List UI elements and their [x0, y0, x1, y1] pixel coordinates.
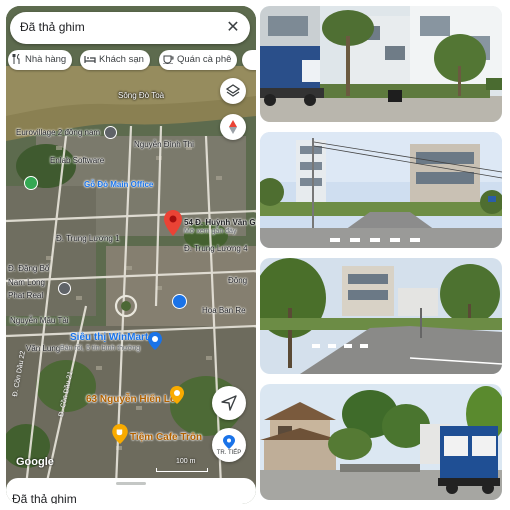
bottom-sheet-title: Đã thả ghim: [12, 492, 77, 504]
map-label-trung-luong-4: Đ. Trung Lương 4: [184, 244, 248, 253]
address-pin-icon[interactable]: [170, 386, 184, 404]
map-label-main-office[interactable]: Gỗ Đỏ Main Office: [84, 180, 153, 189]
pin-title: 54 Đ. Huỳnh Văn Gấm: [184, 218, 256, 227]
directions-button[interactable]: TR. TIẾP: [212, 428, 246, 462]
map-panel[interactable]: Đã thả ghim ✕ Nhà hàng Khách sạn Quán cà…: [6, 6, 256, 504]
search-query: Đã thả ghim: [20, 20, 85, 34]
coffee-icon: [163, 55, 174, 65]
map-label-eurovillage[interactable]: Eurovillage 2 đông nam: [16, 128, 100, 137]
map-label-dang-bo: Đ. Đặng Bổ: [8, 264, 50, 273]
chip-cafes[interactable]: Quán cà phê: [159, 50, 238, 70]
compass-icon: [229, 120, 237, 134]
chip-restaurants[interactable]: Nhà hàng: [8, 50, 73, 70]
layers-icon: [226, 84, 240, 97]
chip-label: Nhà hàng: [25, 54, 67, 65]
bottom-sheet[interactable]: Đã thả ghim: [6, 478, 256, 504]
map-label-van-lung: Văn Lung: [26, 344, 61, 353]
sheet-drag-handle[interactable]: [116, 482, 146, 485]
street-photo-2[interactable]: [260, 132, 502, 248]
map-label-winmart[interactable]: Siêu thị WinMart: [70, 332, 148, 343]
street-photo-3[interactable]: [260, 258, 502, 374]
chip-label: Khách sạn: [99, 54, 144, 65]
pin-subtitle: Mở xem gần đây: [184, 228, 237, 235]
scale-label: 100 m: [176, 458, 196, 465]
map-label-address[interactable]: 63 Nguyễn Hiến Lê: [86, 394, 175, 405]
map-label-enlab[interactable]: Enlab Software: [50, 156, 104, 165]
directions-label: TR. TIẾP: [216, 449, 242, 456]
street-photo-1[interactable]: [260, 6, 502, 122]
map-label-cafe[interactable]: Tiệm Cafe Trôn: [130, 432, 202, 443]
map-label-hoa-ban[interactable]: Hoa Ban Re: [202, 306, 246, 315]
street-photo-4[interactable]: [260, 384, 502, 500]
layers-button[interactable]: [220, 78, 246, 104]
place-icon[interactable]: [104, 126, 117, 139]
map-label-phat-real[interactable]: Phat Real: [8, 291, 43, 300]
chip-hotels[interactable]: Khách sạn: [80, 50, 150, 70]
winmart-pin-icon[interactable]: [148, 332, 162, 350]
close-icon[interactable]: ✕: [222, 17, 244, 39]
chip-more[interactable]: [242, 50, 256, 70]
shopping-icon[interactable]: [172, 294, 187, 309]
compass-button[interactable]: [220, 114, 246, 140]
navigation-arrow-icon: [221, 395, 237, 411]
location-pin-icon: [223, 434, 235, 449]
map-label-nguyen-dinh: Nguyễn Đình Thi: [134, 140, 194, 149]
scale-bar: [156, 468, 208, 472]
map-label-dong: Đông: [228, 276, 248, 285]
dropped-pin-icon[interactable]: [164, 210, 182, 236]
map-label-nam-long[interactable]: Nam Long: [8, 278, 45, 287]
cafe-pin-icon[interactable]: [112, 424, 128, 444]
restaurant-icon: [12, 53, 20, 64]
hotel-icon: [84, 56, 96, 63]
my-location-button[interactable]: [212, 386, 246, 420]
map-label-river: Sông Đò Toà: [118, 91, 165, 100]
google-logo: Google: [16, 456, 54, 468]
place-icon[interactable]: [58, 282, 71, 295]
map-label-trung-luong: Đ. Trung Lương 1: [56, 234, 120, 243]
chip-label: Quán cà phê: [177, 54, 232, 65]
map-label-winmart-sub: Bán rồi, 5 tín bình thường: [60, 345, 141, 352]
park-icon[interactable]: [24, 176, 38, 190]
search-bar[interactable]: Đã thả ghim ✕: [10, 12, 250, 44]
map-label-nguyen-mau-tai: Nguyễn Mậu Tài: [10, 316, 69, 325]
